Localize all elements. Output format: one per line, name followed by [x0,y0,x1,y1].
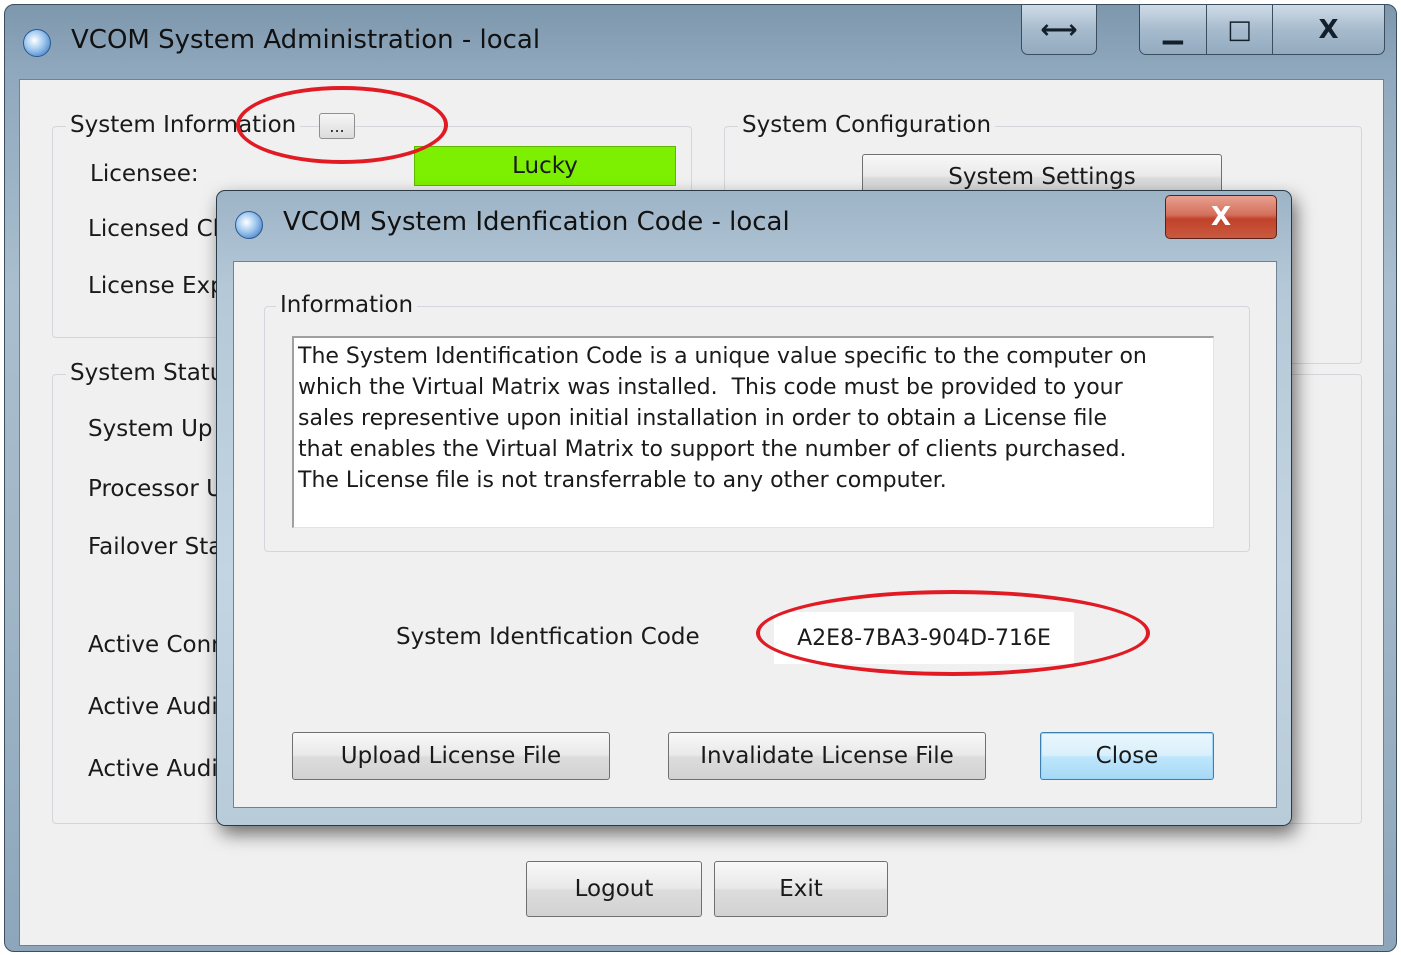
ellipsis-button[interactable]: ... [319,113,355,139]
logout-button[interactable]: Logout [526,861,702,917]
dialog-close-icon[interactable]: X [1165,195,1277,239]
system-configuration-title: System Configuration [738,112,996,138]
processor-usage-label: Processor U [88,476,223,502]
resize-button-group: ⟷ [1021,5,1097,55]
invalidate-license-button[interactable]: Invalidate License File [668,732,986,780]
close-button[interactable]: Close [1040,732,1214,780]
dialog-title: VCOM System Idenfication Code - local [283,207,790,237]
resize-arrows-icon[interactable]: ⟷ [1022,5,1096,54]
window-controls: ▁ □ X [1139,5,1385,55]
active-connections-label: Active Conn [88,632,226,658]
main-titlebar[interactable]: VCOM System Administration - local ⟷ ▁ □… [5,5,1396,79]
system-id-dialog: VCOM System Idenfication Code - local X … [216,190,1292,826]
app-logo-icon [23,29,51,57]
licensee-label: Licensee: [90,161,199,187]
minimize-icon[interactable]: ▁ [1140,5,1206,54]
failover-status-label: Failover Sta [88,534,223,560]
system-information-title: System Information [66,112,301,138]
system-uptime-label: System Up T [88,416,234,442]
upload-license-button[interactable]: Upload License File [292,732,610,780]
system-id-value: A2E8-7BA3-904D-716E [774,612,1074,664]
licensee-value: Lucky [414,146,676,186]
maximize-icon[interactable]: □ [1206,5,1272,54]
information-title: Information [276,292,418,318]
close-icon[interactable]: X [1272,5,1384,54]
dialog-client-area: Information The System Identification Co… [233,261,1277,808]
system-id-label: System Identfication Code [396,624,700,650]
exit-button[interactable]: Exit [714,861,888,917]
information-text: The System Identification Code is a uniq… [292,336,1214,528]
active-audio-label-1: Active Audi [88,694,218,720]
main-window-title: VCOM System Administration - local [71,25,541,55]
active-audio-label-2: Active Audi [88,756,218,782]
license-expiry-label: License Exp [88,273,225,299]
licensed-clients-label: Licensed Cl [88,216,220,242]
system-status-title: System Statu [66,360,229,386]
dialog-app-logo-icon [235,211,263,239]
